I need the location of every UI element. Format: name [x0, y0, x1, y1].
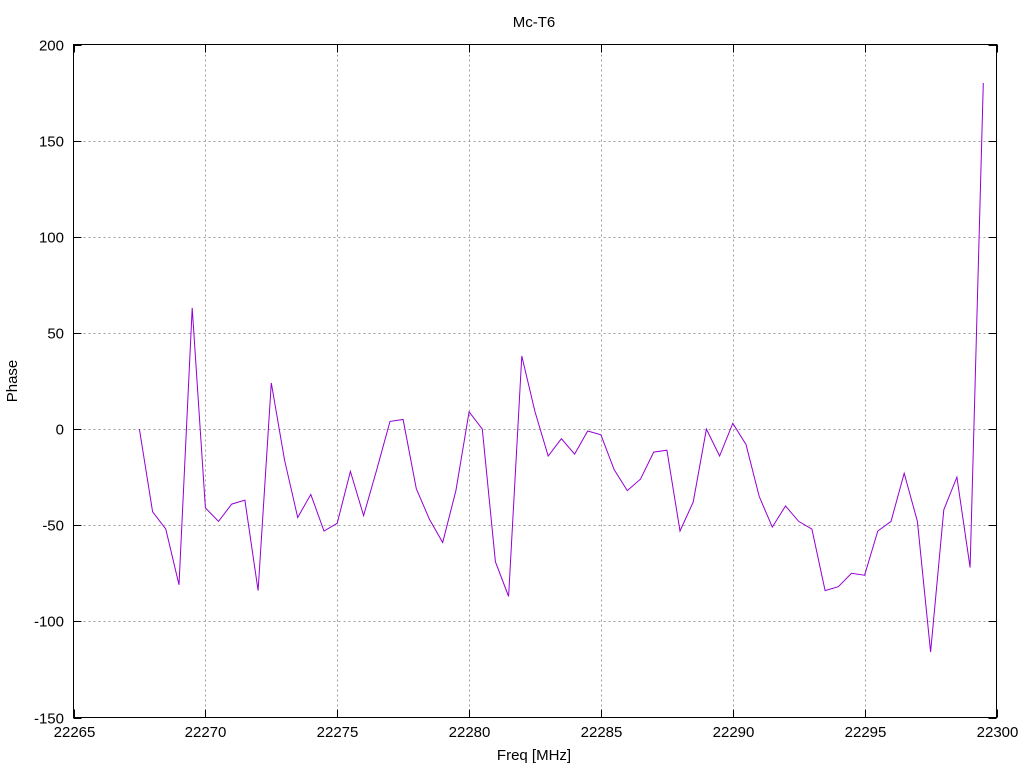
x-tick-label: 22285 — [581, 724, 623, 741]
x-tick-label: 22290 — [713, 724, 755, 741]
y-tick-label: -100 — [34, 614, 64, 631]
x-axis-title: Freq [MHz] — [497, 747, 571, 764]
x-tick-label: 22275 — [317, 724, 359, 741]
phase-chart: Mc-T6 22265 22270 22275 22280 22285 22290 2229… — [4, 14, 1019, 764]
x-tick-label: 22295 — [845, 724, 887, 741]
axis-ticks — [73, 44, 998, 719]
y-tick-label: 100 — [39, 230, 64, 247]
y-tick-label: -150 — [34, 711, 64, 728]
y-tick-label: 0 — [56, 422, 64, 439]
grid-lines — [73, 44, 997, 718]
data-series — [138, 82, 984, 653]
y-tick-labels: -150 -100 -50 0 50 100 150 200 — [34, 38, 64, 728]
phase-series-line — [138, 82, 984, 653]
y-tick-label: -50 — [42, 518, 64, 535]
x-tick-label: 22270 — [185, 724, 227, 741]
x-tick-label: 22300 — [977, 724, 1019, 741]
y-tick-label: 150 — [39, 134, 64, 151]
x-tick-label: 22280 — [449, 724, 491, 741]
y-tick-label: 200 — [39, 38, 64, 55]
plot-frame — [73, 44, 997, 718]
y-axis-title: Phase — [4, 360, 21, 403]
y-tick-label: 50 — [47, 326, 64, 343]
chart-title: Mc-T6 — [513, 14, 556, 31]
x-tick-labels: 22265 22270 22275 22280 22285 22290 22295 22300 — [54, 724, 1019, 741]
